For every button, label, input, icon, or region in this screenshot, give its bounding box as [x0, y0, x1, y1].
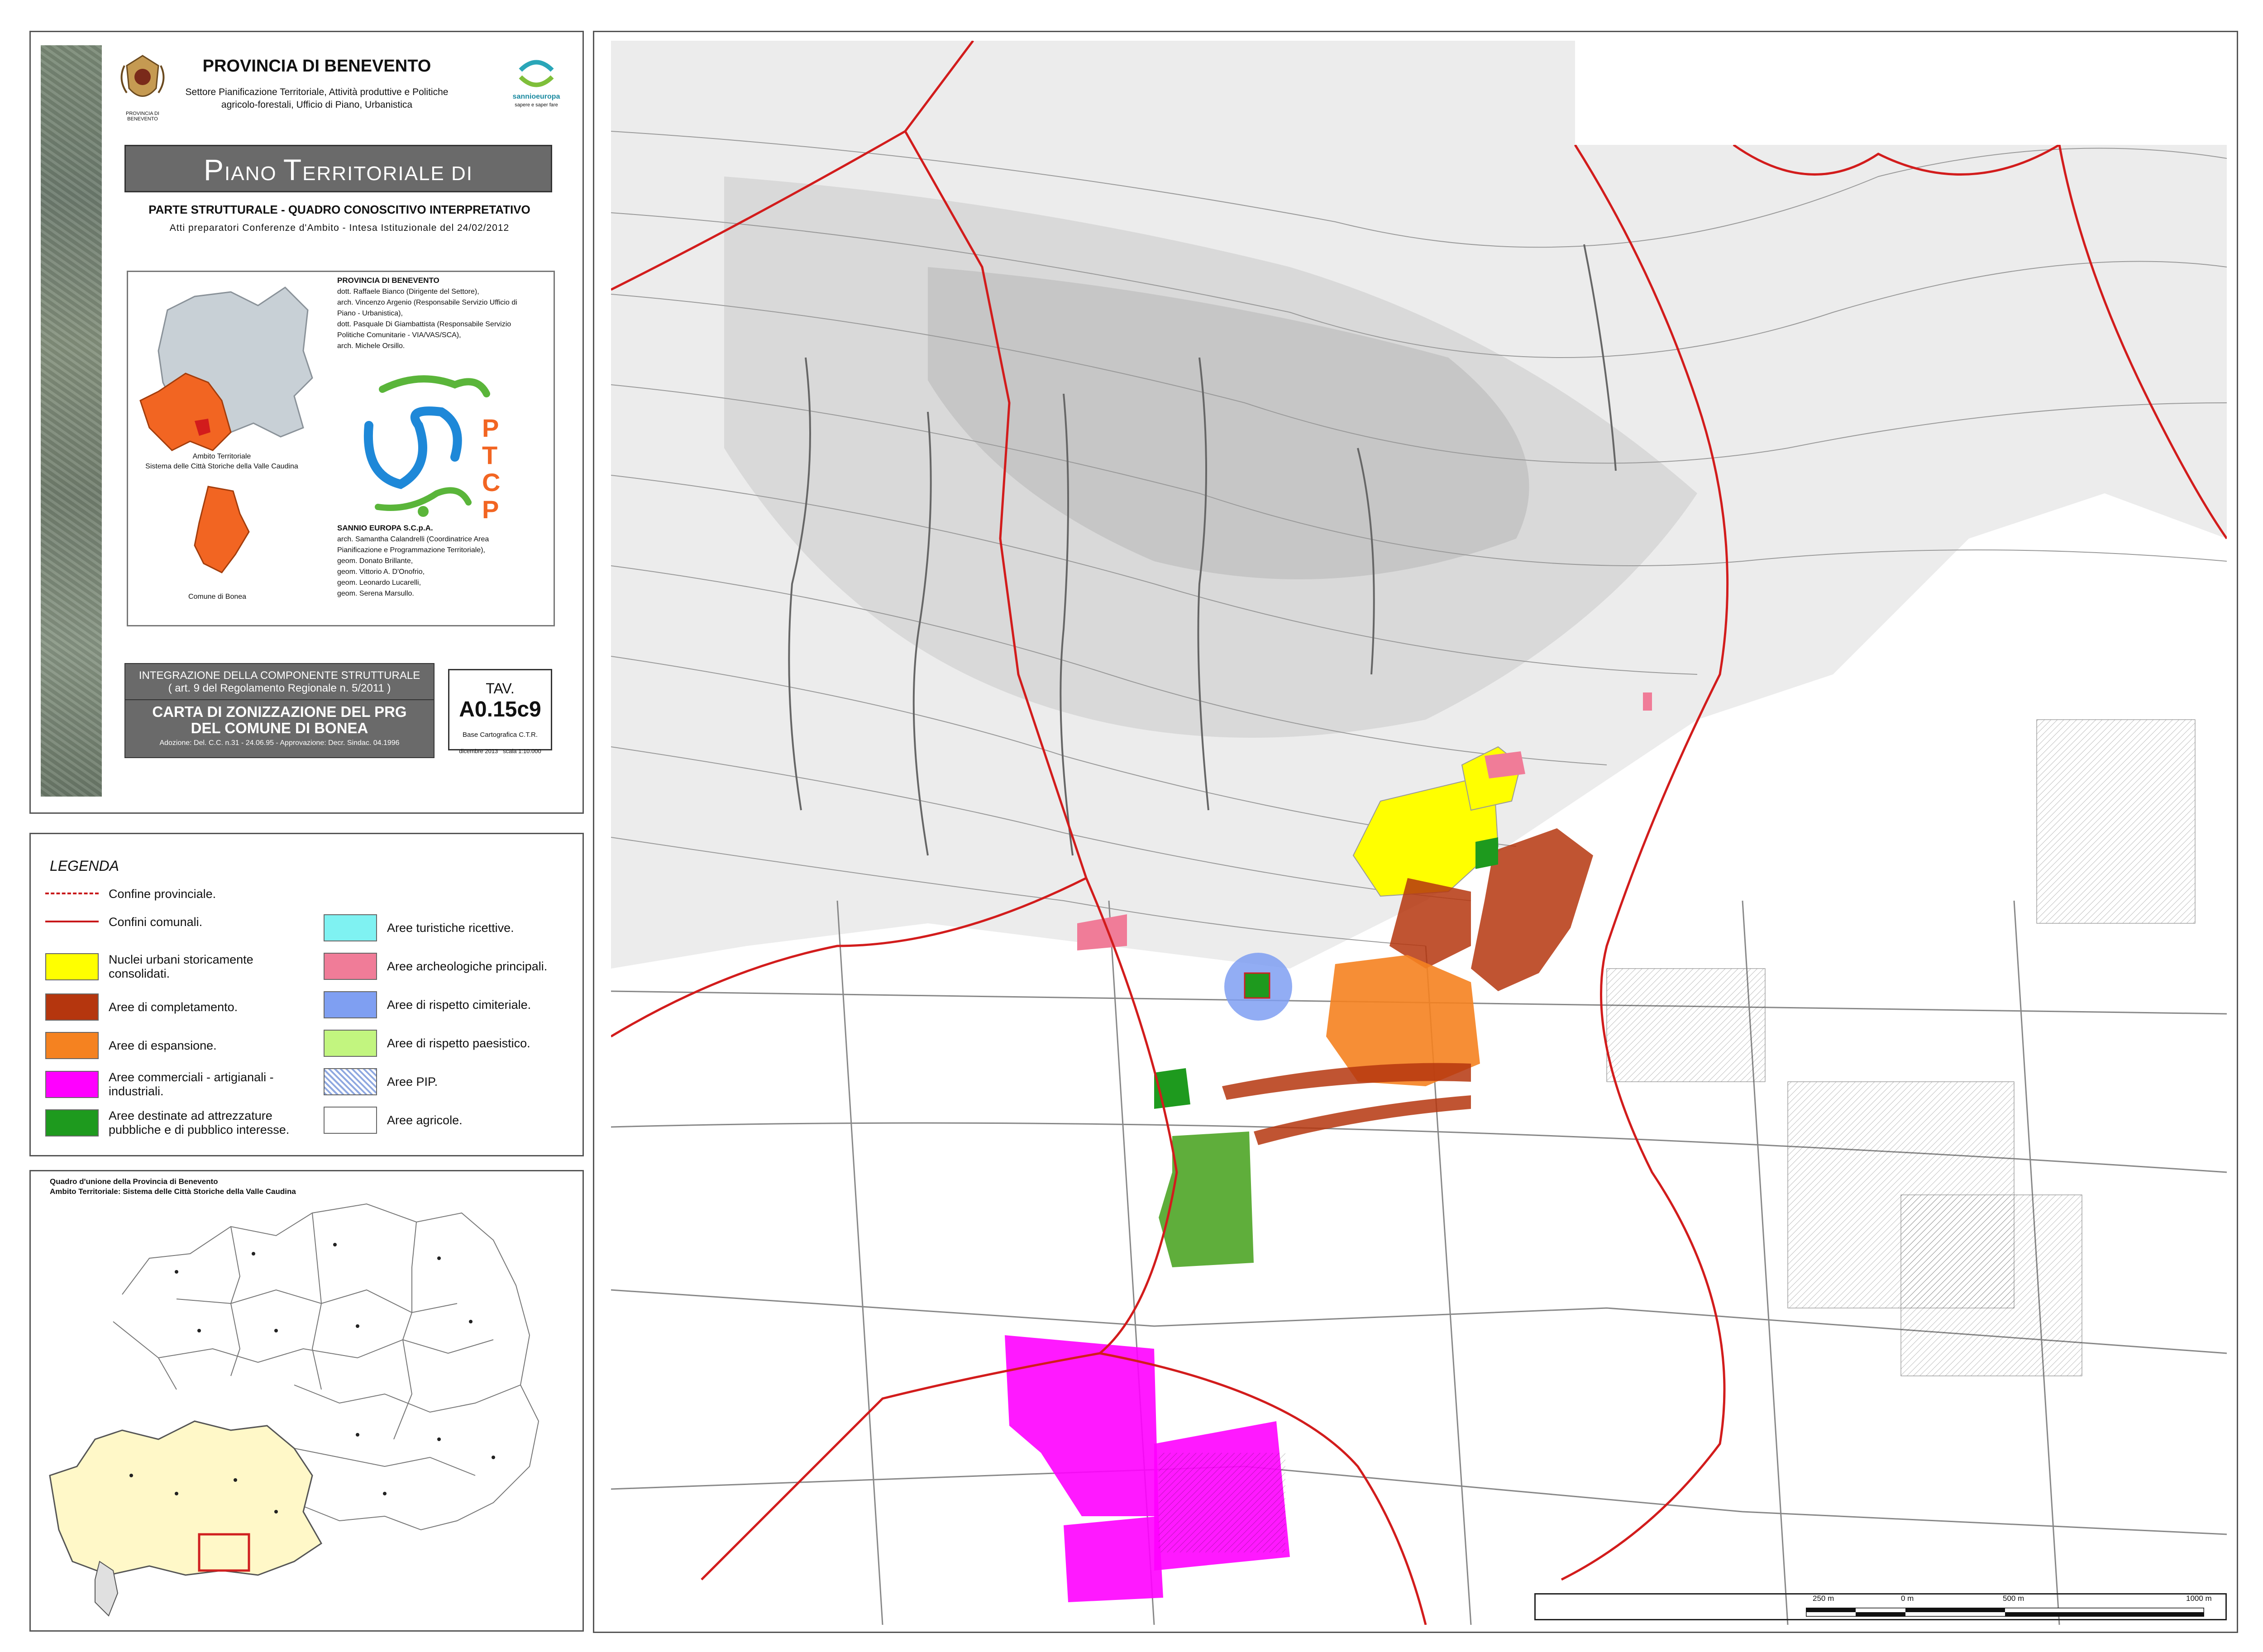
svg-text:P: P	[482, 495, 499, 524]
legend-swatch	[324, 1068, 377, 1095]
province-map-thumbnail	[139, 286, 313, 573]
legend-item-aree-commerciali: Aree commerciali - artigianali - industr…	[45, 1070, 299, 1098]
sector-text: Settore Pianificazione Territoriale, Att…	[185, 87, 449, 110]
province-title: PROVINCIA DI BENEVENTO	[202, 57, 431, 76]
legend-swatch	[45, 1071, 99, 1098]
sannio-logo-sub: sapere e saper fare	[515, 102, 558, 108]
scale-label-250: 250 m	[1813, 1594, 1834, 1603]
legend-item-nuclei-urbani: Nuclei urbani storicamente consolidati.	[45, 953, 299, 981]
parte-strutturale: PARTE STRUTTURALE - QUADRO CONOSCITIVO I…	[148, 203, 530, 216]
legend-item-rispetto-cimiteriale: Aree di rispetto cimiteriale.	[324, 991, 577, 1018]
scale-label-0: 0 m	[1901, 1594, 1914, 1603]
carta-title-bar: CARTA DI ZONIZZAZIONE DEL PRG DEL COMUNE…	[124, 699, 434, 758]
legend-title: LEGENDA	[50, 858, 119, 874]
svg-text:C: C	[482, 468, 500, 497]
legend-item-aree-turistiche: Aree turistiche ricettive.	[324, 914, 577, 941]
scale-bar	[1806, 1608, 2204, 1617]
legend-item-aree-pip: Aree PIP.	[324, 1068, 577, 1095]
sannio-logo-text: sannioeuropa	[512, 93, 560, 100]
comune-caption: Comune di Bonea	[188, 593, 247, 601]
legend-item-aree-agricole: Aree agricole.	[324, 1107, 577, 1134]
legend-swatch	[45, 914, 99, 930]
legend-item-confine-provinciale: Confine provinciale.	[45, 886, 216, 902]
legend-swatch	[45, 886, 99, 902]
legend-item-rispetto-paesistico: Aree di rispetto paesistico.	[324, 1030, 577, 1057]
legend-item-aree-archeologiche: Aree archeologiche principali.	[324, 953, 577, 980]
legend-swatch	[324, 1030, 377, 1057]
ptcp-title-bar: PIANO TERRITORIALE DI COORDINAMENTO PROV…	[124, 145, 552, 238]
legend-swatch	[45, 953, 99, 980]
legend-swatch	[45, 993, 99, 1021]
svg-text:P: P	[482, 414, 499, 442]
credits-block-1: PROVINCIA DI BENEVENTO dott. Raffaele Bi…	[337, 276, 517, 350]
legend-item-aree-completamento: Aree di completamento.	[45, 993, 299, 1021]
legend-item-aree-espansione: Aree di espansione.	[45, 1032, 299, 1059]
legend-item-confini-comunali: Confini comunali.	[45, 914, 202, 930]
ptcp-logo: P T C P	[363, 375, 500, 524]
scale-label-500: 500 m	[2003, 1594, 2024, 1603]
province-inset-map	[49, 1203, 539, 1617]
svg-text:T: T	[482, 441, 497, 469]
legend-swatch	[45, 1109, 99, 1136]
legend-swatch	[45, 1032, 99, 1059]
orthophoto-strip	[41, 45, 102, 797]
emblem-caption: PROVINCIA DI BENEVENTO	[126, 111, 159, 122]
tav-box: TAV. A0.15c9 Base Cartografica C.T.R. di…	[448, 669, 552, 754]
legend-swatch	[324, 953, 377, 980]
credits-block-2: SANNIO EUROPA S.C.p.A. arch. Samantha Ca…	[337, 524, 489, 597]
tav-code: TAV. A0.15c9	[459, 680, 541, 721]
legend-swatch	[324, 1107, 377, 1134]
tav-date-scale: dicembre 2013 scala 1:10.000	[459, 748, 541, 754]
atti-preparatori: Atti preparatori Conferenze d'Ambito - I…	[169, 223, 510, 233]
legend-swatch	[324, 914, 377, 941]
legend-item-aree-attrezzature: Aree destinate ad attrezzature pubbliche…	[45, 1109, 326, 1137]
ambito-caption: Ambito Territoriale Sistema delle Città …	[145, 453, 298, 470]
zoning-map[interactable]	[611, 41, 2227, 1625]
scale-label-1000: 1000 m	[2186, 1594, 2212, 1603]
legend-swatch	[324, 991, 377, 1018]
